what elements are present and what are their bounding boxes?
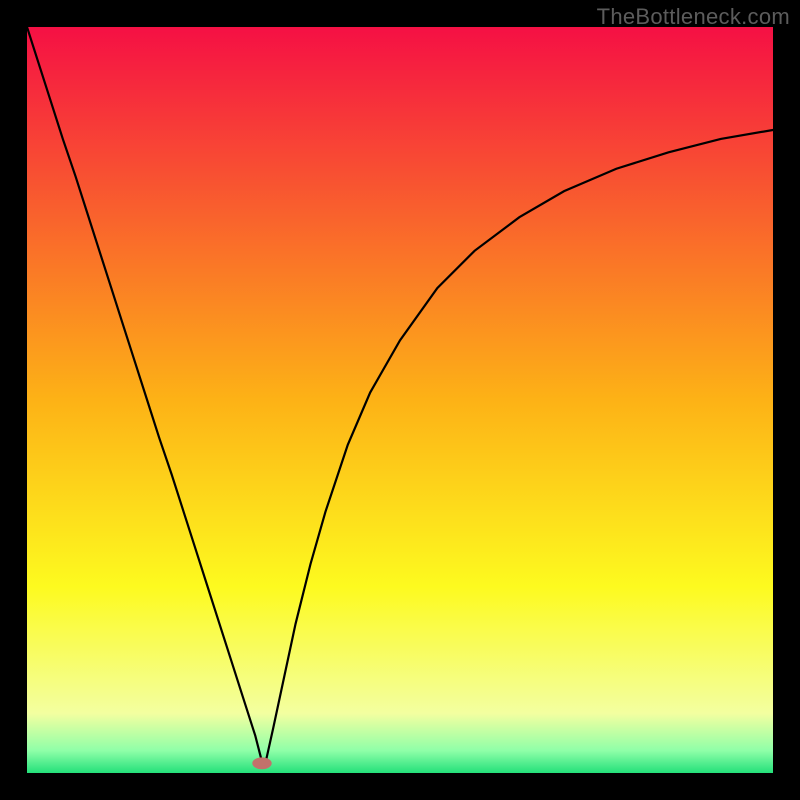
chart-container: TheBottleneck.com <box>0 0 800 800</box>
plot-area <box>27 27 773 773</box>
watermark-text: TheBottleneck.com <box>597 4 790 30</box>
gradient-background <box>27 27 773 773</box>
plot-svg <box>27 27 773 773</box>
min-marker <box>252 757 271 769</box>
